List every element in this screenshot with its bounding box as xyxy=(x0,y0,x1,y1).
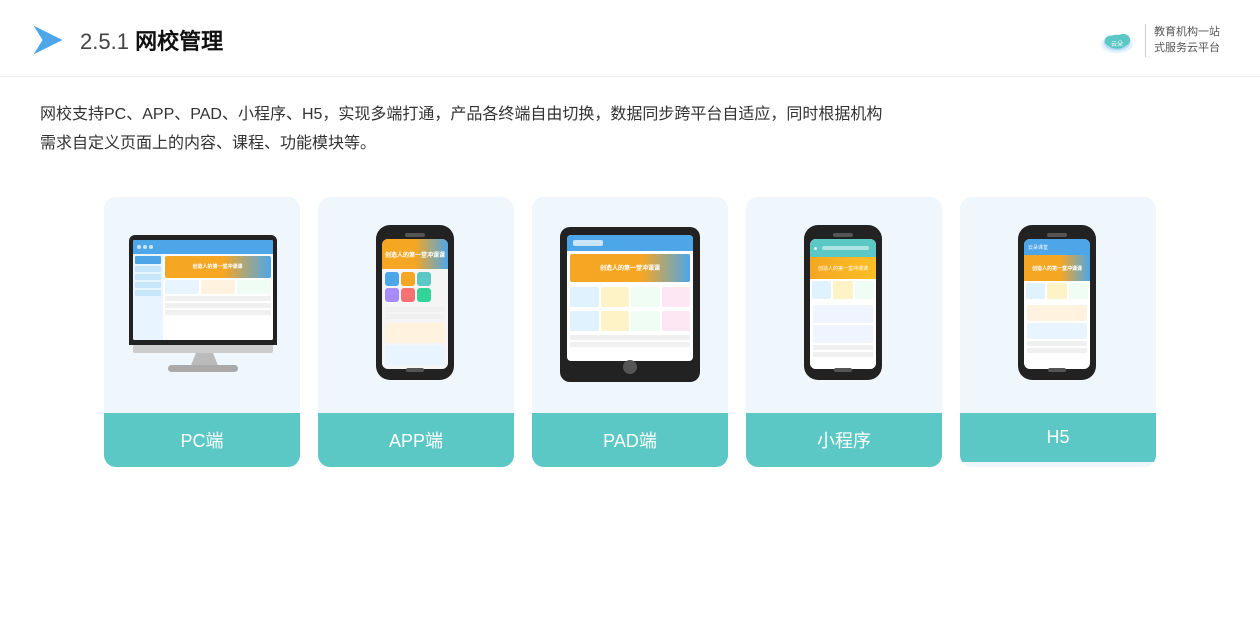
mp-phone-outer: 创造人的第一堂冲课课 xyxy=(804,225,882,380)
h5-label-wrap: H5 xyxy=(960,413,1156,462)
app-label: APP端 xyxy=(389,431,443,451)
card-miniprogram: 创造人的第一堂冲课课 xyxy=(746,197,942,467)
pad-screen-content: 创造人的第一堂冲课课 xyxy=(567,235,693,361)
cards-container: 创造人的第一堂冲课课 xyxy=(0,169,1260,487)
app-phone-mockup: 创造人的第一堂冲课课 xyxy=(376,225,456,385)
h5-label: H5 xyxy=(1046,427,1069,447)
brand-cloud-icon: 云朵 xyxy=(1095,18,1139,62)
description-line2: 需求自定义页面上的内容、课程、功能模块等。 xyxy=(40,130,1220,159)
pc-screen-header xyxy=(133,240,273,254)
pc-screen-outer: 创造人的第一堂冲课课 xyxy=(129,235,277,345)
mp-screen-content: 创造人的第一堂冲课课 xyxy=(810,239,876,369)
svg-text:云朵: 云朵 xyxy=(1111,41,1123,48)
h5-phone-mockup: 云朵课堂 创造人的第一堂冲课课 xyxy=(1018,225,1098,385)
header: 2.5.1 网校管理 云朵 教育机构一站 式服务云平台 xyxy=(0,0,1260,77)
pad-tablet-screen: 创造人的第一堂冲课课 xyxy=(567,235,693,361)
header-left: 2.5.1 网校管理 xyxy=(30,22,223,58)
brand-tagline: 教育机构一站 式服务云平台 xyxy=(1145,24,1220,57)
app-phone-screen: 创造人的第一堂冲课课 xyxy=(382,239,448,369)
pc-screen-inner: 创造人的第一堂冲课课 xyxy=(133,240,273,340)
mp-label-wrap: 小程序 xyxy=(746,413,942,467)
h5-screen-content: 云朵课堂 创造人的第一堂冲课课 xyxy=(1024,239,1090,369)
pc-label: PC端 xyxy=(180,431,223,451)
app-label-wrap: APP端 xyxy=(318,413,514,467)
pc-label-wrap: PC端 xyxy=(104,413,300,467)
description-section: 网校支持PC、APP、PAD、小程序、H5，实现多端打通，产品各终端自由切换，数… xyxy=(0,77,1260,169)
page: 2.5.1 网校管理 云朵 教育机构一站 式服务云平台 xyxy=(0,0,1260,630)
pc-screen-content: 创造人的第一堂冲课课 xyxy=(133,240,273,340)
app-phone-outer: 创造人的第一堂冲课课 xyxy=(376,225,454,380)
h5-phone-screen: 云朵课堂 创造人的第一堂冲课课 xyxy=(1024,239,1090,369)
pad-label: PAD端 xyxy=(603,431,657,451)
mp-phone-screen: 创造人的第一堂冲课课 xyxy=(810,239,876,369)
card-pad: 创造人的第一堂冲课课 xyxy=(532,197,728,467)
pad-label-wrap: PAD端 xyxy=(532,413,728,467)
pc-device: 创造人的第一堂冲课课 xyxy=(122,215,282,395)
h5-phone-outer: 云朵课堂 创造人的第一堂冲课课 xyxy=(1018,225,1096,380)
pad-tablet-mockup: 创造人的第一堂冲课课 xyxy=(560,227,700,382)
card-h5: 云朵课堂 创造人的第一堂冲课课 xyxy=(960,197,1156,467)
h5-device: 云朵课堂 创造人的第一堂冲课课 xyxy=(978,215,1138,395)
mp-label: 小程序 xyxy=(817,431,871,451)
brand-logo: 云朵 教育机构一站 式服务云平台 xyxy=(1095,18,1220,62)
mp-device: 创造人的第一堂冲课课 xyxy=(764,215,924,395)
mp-nav xyxy=(810,239,876,257)
header-right: 云朵 教育机构一站 式服务云平台 xyxy=(1095,18,1220,62)
pad-device: 创造人的第一堂冲课课 xyxy=(550,215,710,395)
pc-mockup: 创造人的第一堂冲课课 xyxy=(125,235,280,395)
description-line1: 网校支持PC、APP、PAD、小程序、H5，实现多端打通，产品各终端自由切换，数… xyxy=(40,101,1220,130)
page-title: 2.5.1 网校管理 xyxy=(80,24,223,56)
logo-arrow-icon xyxy=(30,22,66,58)
pad-header xyxy=(567,235,693,251)
mp-phone-mockup: 创造人的第一堂冲课课 xyxy=(804,225,884,385)
card-pc: 创造人的第一堂冲课课 xyxy=(104,197,300,467)
card-app: 创造人的第一堂冲课课 xyxy=(318,197,514,467)
app-device: 创造人的第一堂冲课课 xyxy=(336,215,496,395)
app-screen-content: 创造人的第一堂冲课课 xyxy=(382,239,448,369)
pad-tablet-outer: 创造人的第一堂冲课课 xyxy=(560,227,700,382)
